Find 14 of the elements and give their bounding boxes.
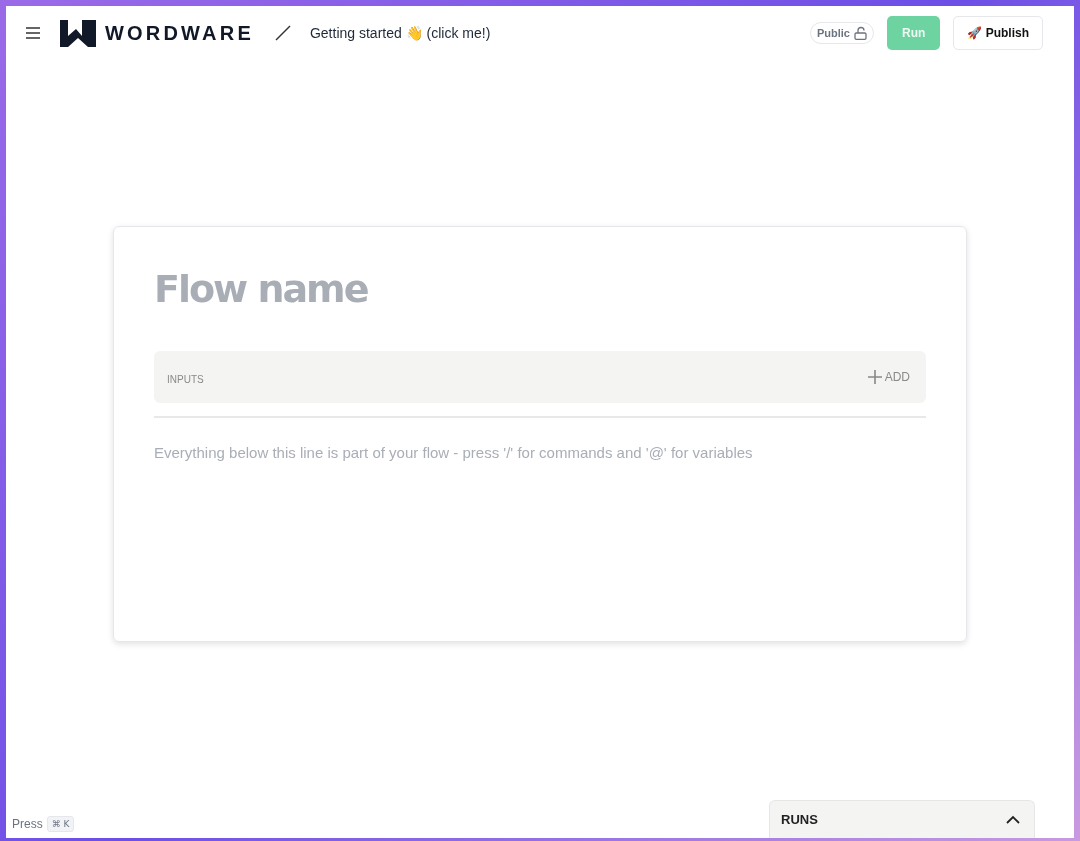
- visibility-toggle[interactable]: Public: [810, 22, 874, 44]
- publish-button[interactable]: 🚀 Publish: [953, 16, 1043, 50]
- chevron-up-icon[interactable]: [1006, 815, 1020, 824]
- plus-icon: [867, 370, 882, 384]
- runs-panel[interactable]: RUNS: [769, 800, 1035, 838]
- logo-icon: [60, 19, 96, 47]
- inputs-label: INPUTS: [167, 372, 204, 385]
- flow-title-link[interactable]: Getting started 👋 (click me!): [309, 25, 491, 41]
- slash-icon: [274, 25, 291, 41]
- runs-label: RUNS: [781, 812, 818, 827]
- menu-icon[interactable]: [25, 26, 41, 40]
- logo-text: WORDWARE: [105, 21, 254, 45]
- shortcut-key: ⌘ K: [46, 816, 75, 832]
- press-hint: Press: [12, 817, 43, 831]
